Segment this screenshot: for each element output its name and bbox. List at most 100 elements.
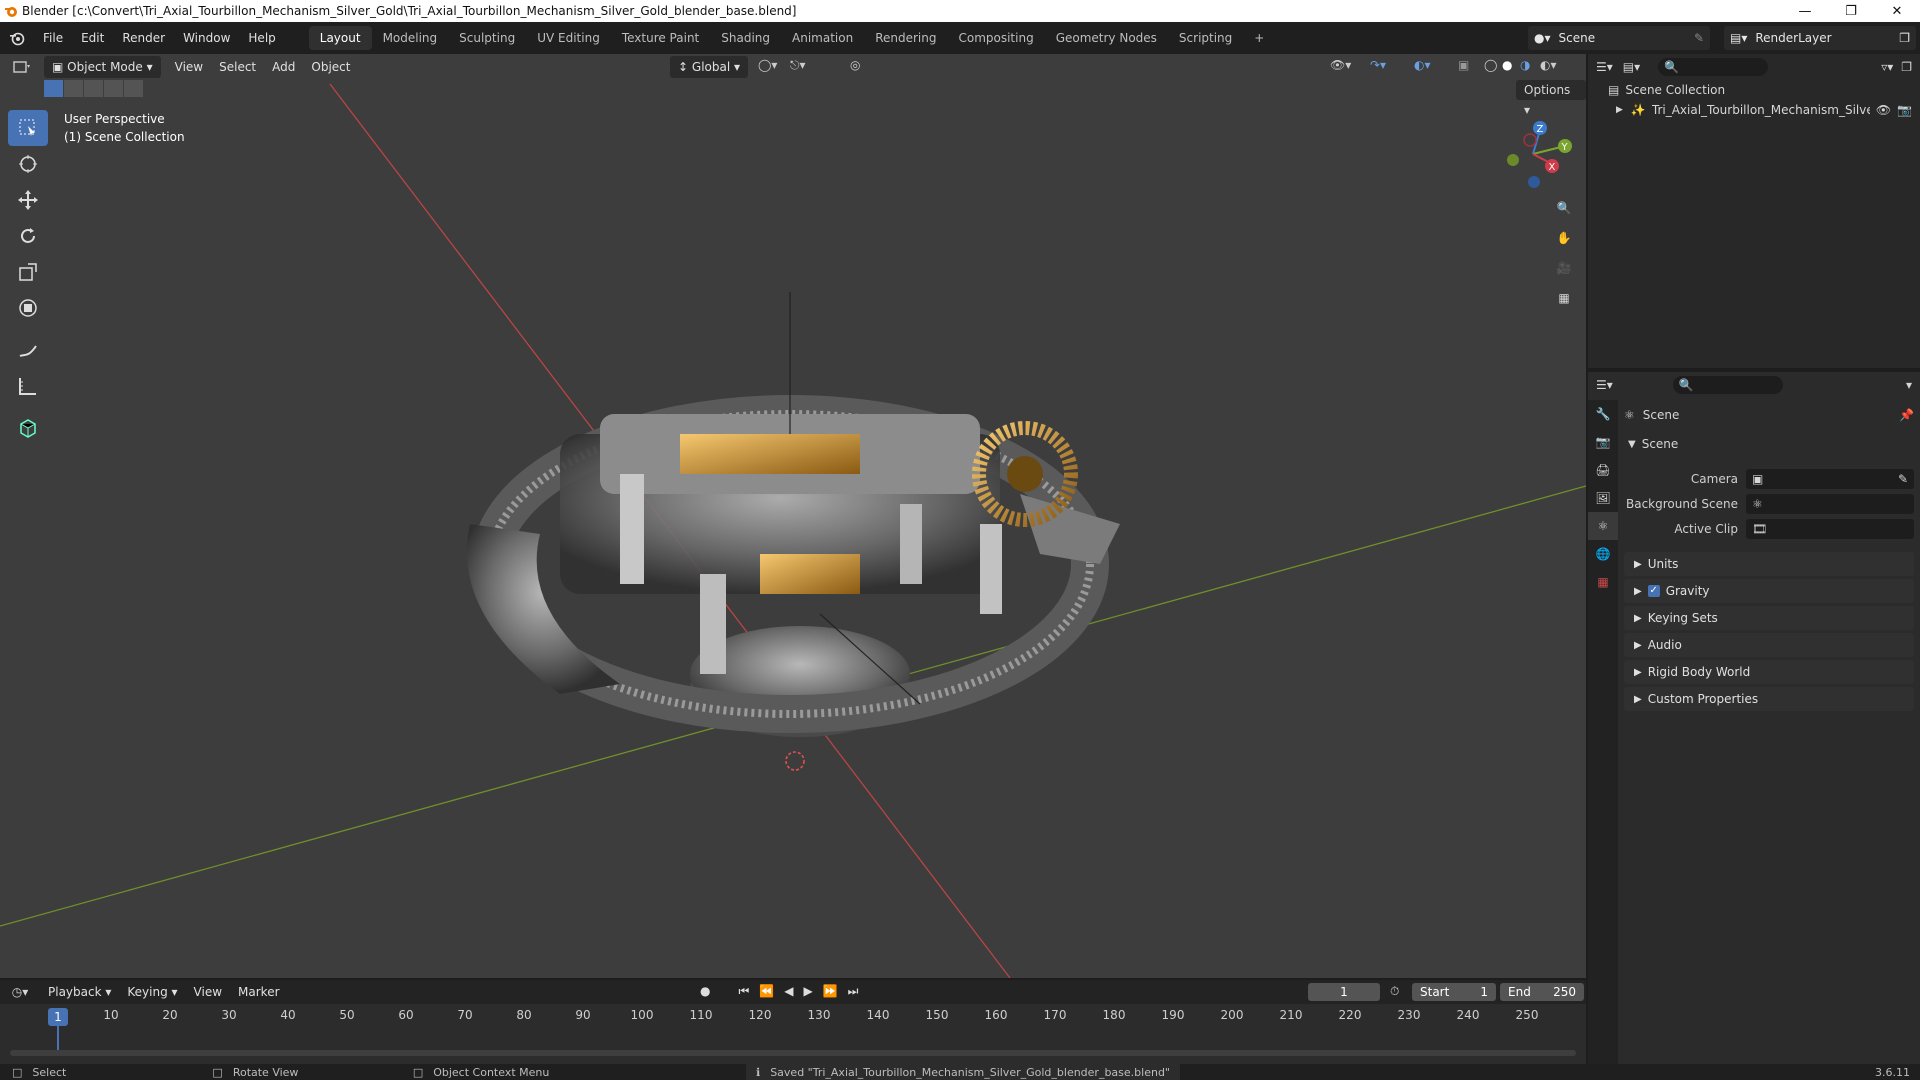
panel-gravity[interactable]: ▶ ✓ Gravity	[1624, 579, 1914, 603]
menu-add[interactable]: Add	[264, 60, 303, 74]
background-scene-field[interactable]: ⚛	[1746, 494, 1914, 514]
tab-animation[interactable]: Animation	[781, 26, 864, 50]
eye-icon[interactable]: 👁	[1876, 103, 1891, 117]
select-box-tool[interactable]	[8, 110, 48, 146]
world-tab-icon[interactable]: 🌐	[1588, 540, 1618, 568]
visibility-icon[interactable]: 👁▾	[1330, 58, 1351, 72]
menu-window[interactable]: Window	[174, 31, 239, 45]
pan-hand-icon[interactable]: ✋	[1552, 226, 1576, 250]
add-cube-tool[interactable]	[8, 410, 48, 446]
tool-tab-icon[interactable]: 🔧	[1588, 400, 1618, 428]
scale-tool[interactable]	[8, 254, 48, 290]
chevron-down-icon[interactable]: ▾	[1906, 378, 1912, 392]
solid-shading-icon[interactable]: ●	[1502, 58, 1512, 72]
editor-type-icon[interactable]	[0, 60, 44, 74]
menu-edit[interactable]: Edit	[72, 31, 113, 45]
menu-select[interactable]: Select	[211, 60, 264, 74]
record-icon[interactable]: ●	[700, 984, 710, 999]
add-workspace-button[interactable]: +	[1243, 26, 1275, 50]
jump-start-icon[interactable]: ⏮	[738, 984, 749, 999]
material-shading-icon[interactable]: ◑	[1520, 58, 1530, 72]
jump-end-icon[interactable]: ⏭	[848, 984, 859, 999]
overlay-toggle-icon[interactable]: ◐▾	[1414, 58, 1431, 72]
wireframe-shading-icon[interactable]: ◯	[1484, 58, 1497, 72]
pivot-icon[interactable]: ◯▾	[758, 58, 777, 72]
eyedropper-icon[interactable]: ✎	[1898, 472, 1908, 486]
move-tool[interactable]	[8, 182, 48, 218]
cursor-tool[interactable]	[8, 146, 48, 182]
camera-field[interactable]: ▣ ✎	[1746, 469, 1914, 489]
start-frame-field[interactable]: Start 1	[1412, 983, 1496, 1001]
marker-menu[interactable]: Marker	[230, 985, 287, 999]
scene-selector[interactable]: ●▾ Scene ✎	[1528, 26, 1710, 50]
stopwatch-icon[interactable]: ⏱	[1390, 984, 1399, 999]
outliner-row-object[interactable]: ▶ ✨ Tri_Axial_Tourbillon_Mechanism_Silve…	[1588, 100, 1920, 120]
tab-rendering[interactable]: Rendering	[864, 26, 947, 50]
panel-rigid-body-world[interactable]: ▶ Rigid Body World	[1624, 660, 1914, 684]
ortho-grid-icon[interactable]: ▦	[1552, 286, 1576, 310]
prev-keyframe-icon[interactable]: ⏪	[759, 984, 774, 999]
tab-layout[interactable]: Layout	[308, 26, 372, 50]
play-icon[interactable]: ▶	[803, 984, 812, 999]
pin-icon[interactable]: 📌	[1899, 408, 1914, 422]
texture-tab-icon[interactable]: ▦	[1588, 568, 1618, 596]
panel-keying-sets[interactable]: ▶ Keying Sets	[1624, 606, 1914, 630]
tab-sculpting[interactable]: Sculpting	[448, 26, 526, 50]
select-intersect-mode[interactable]	[124, 80, 143, 97]
3d-viewport[interactable]: ▣ Object Mode ▾ View Select Add Object ↕…	[0, 54, 1586, 978]
menu-object[interactable]: Object	[303, 60, 358, 74]
camera-view-icon[interactable]: 🎥	[1552, 256, 1576, 280]
tab-modeling[interactable]: Modeling	[372, 26, 449, 50]
measure-tool[interactable]	[8, 368, 48, 404]
play-reverse-icon[interactable]: ◀	[784, 984, 793, 999]
panel-units[interactable]: ▶ Units	[1624, 552, 1914, 576]
frame-ruler[interactable]: 10 20 30 40 50 60 70 80 90 100 110 120 1…	[0, 1008, 1586, 1028]
current-frame-field[interactable]: 1	[1308, 983, 1380, 1001]
select-new-mode[interactable]	[44, 80, 63, 97]
camera-render-icon[interactable]: 📷	[1897, 103, 1912, 117]
panel-custom-properties[interactable]: ▶ Custom Properties	[1624, 687, 1914, 711]
close-button[interactable]: ✕	[1874, 0, 1920, 22]
timeline-scrollbar[interactable]	[10, 1050, 1576, 1056]
tab-uv-editing[interactable]: UV Editing	[526, 26, 611, 50]
tab-scripting[interactable]: Scripting	[1168, 26, 1243, 50]
select-extend-mode[interactable]	[64, 80, 83, 97]
select-subtract-mode[interactable]	[84, 80, 103, 97]
navigation-gizmo[interactable]: Z Y X	[1490, 114, 1576, 194]
display-mode-icon[interactable]: ▤▾	[1623, 60, 1640, 74]
render-tab-icon[interactable]: 📷	[1588, 428, 1618, 456]
scene-tab-icon[interactable]: ⚛	[1588, 512, 1618, 540]
proportional-edit-icon[interactable]: ◎	[850, 58, 860, 72]
active-clip-field[interactable]: 🎞	[1746, 519, 1914, 539]
view-layer-tab-icon[interactable]: 🖼	[1588, 484, 1618, 512]
menu-help[interactable]: Help	[239, 31, 284, 45]
properties-search-input[interactable]: 🔍	[1672, 376, 1783, 394]
filter-icon[interactable]: ▿▾	[1881, 60, 1893, 74]
timeline-view-menu[interactable]: View	[186, 985, 230, 999]
menu-render[interactable]: Render	[113, 31, 174, 45]
panel-scene-header[interactable]: ▼ Scene	[1624, 432, 1914, 456]
xray-icon[interactable]: ▣	[1458, 58, 1469, 72]
zoom-icon[interactable]: 🔍	[1552, 196, 1576, 220]
tab-texture-paint[interactable]: Texture Paint	[611, 26, 710, 50]
properties-editor-icon[interactable]: ☰▾	[1596, 378, 1613, 392]
minimize-button[interactable]: —	[1782, 0, 1828, 22]
panel-audio[interactable]: ▶ Audio	[1624, 633, 1914, 657]
keying-dropdown[interactable]: Keying ▾	[119, 985, 185, 999]
select-difference-mode[interactable]	[104, 80, 123, 97]
rendered-shading-icon[interactable]: ◐▾	[1540, 58, 1557, 72]
snap-icon[interactable]: ⎋▾	[790, 58, 806, 73]
playhead[interactable]: 1	[48, 1008, 68, 1026]
annotate-tool[interactable]	[8, 332, 48, 368]
playback-dropdown[interactable]: Playback ▾	[40, 985, 119, 999]
tab-geometry-nodes[interactable]: Geometry Nodes	[1045, 26, 1168, 50]
menu-file[interactable]: File	[34, 31, 72, 45]
menu-view[interactable]: View	[167, 60, 211, 74]
view-layer-selector[interactable]: ▤▾ RenderLayer ❐	[1724, 26, 1916, 50]
outliner-search-input[interactable]: 🔍	[1658, 58, 1769, 76]
new-collection-icon[interactable]: ❐	[1901, 60, 1912, 74]
next-keyframe-icon[interactable]: ⏩	[823, 984, 838, 999]
timeline-editor-icon[interactable]: ◷▾	[0, 985, 40, 999]
tab-shading[interactable]: Shading	[710, 26, 781, 50]
transform-orientation-dropdown[interactable]: ↕ Global ▾	[670, 56, 749, 78]
